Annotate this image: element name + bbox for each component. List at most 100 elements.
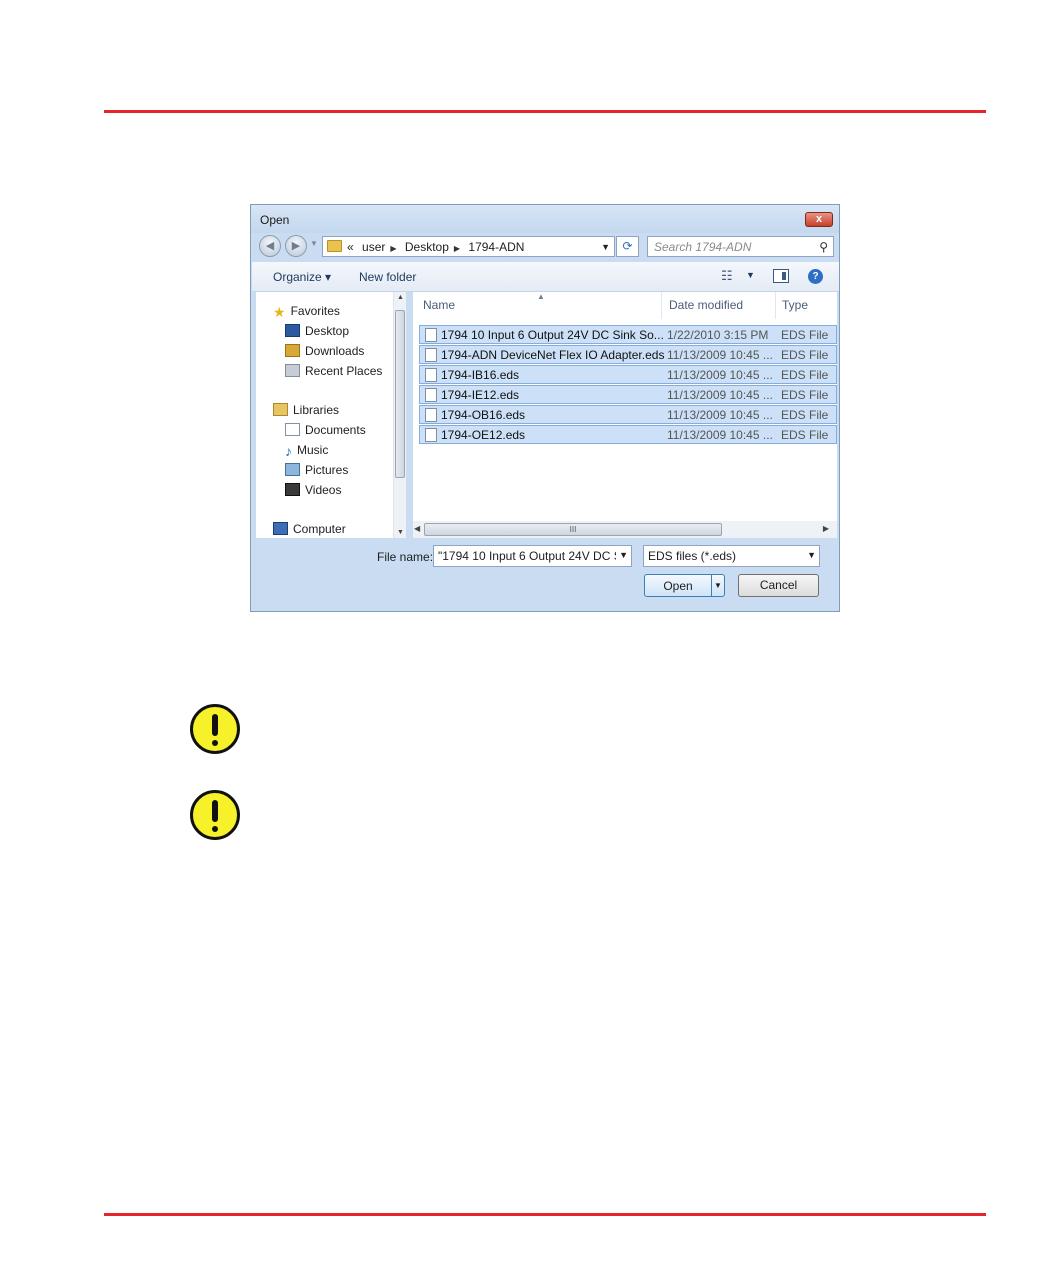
header-rule [104, 110, 986, 113]
chevron-right-icon[interactable]: ▶ [454, 244, 460, 253]
folder-icon [327, 240, 342, 252]
eds-file-icon [425, 348, 437, 362]
file-name: 1794 10 Input 6 Output 24V DC Sink So... [441, 328, 664, 342]
search-input[interactable]: Search 1794-ADN ⚲ [647, 236, 834, 257]
documents-icon [285, 423, 300, 436]
nav-label: Computer [293, 522, 346, 536]
scroll-up-icon[interactable]: ▲ [397, 294, 404, 301]
nav-recent-places[interactable]: Recent Places [285, 364, 382, 378]
nav-label: Music [297, 443, 329, 457]
nav-documents[interactable]: Documents [285, 423, 366, 437]
file-type: EDS File [781, 328, 829, 342]
file-date: 11/13/2009 10:45 ... [667, 388, 773, 402]
recent-places-icon [285, 364, 300, 377]
views-dropdown-icon[interactable]: ▼ [746, 270, 755, 280]
breadcrumb-overflow[interactable]: « [347, 240, 354, 254]
file-row[interactable]: 1794-OB16.eds 11/13/2009 10:45 ... EDS F… [419, 405, 837, 424]
desktop-icon [285, 324, 300, 337]
nav-label: Pictures [305, 463, 349, 477]
back-button[interactable]: ◀ [259, 235, 281, 257]
nav-desktop[interactable]: Desktop [285, 324, 349, 338]
nav-music[interactable]: ♪ Music [285, 443, 329, 459]
forward-button[interactable]: ▶ [285, 235, 307, 257]
star-icon: ★ [273, 304, 286, 320]
nav-computer[interactable]: Computer [273, 522, 346, 536]
videos-icon [285, 483, 300, 496]
recent-locations-dropdown-icon[interactable]: ▼ [310, 239, 318, 248]
file-row[interactable]: 1794-IE12.eds 11/13/2009 10:45 ... EDS F… [419, 385, 837, 404]
file-name: 1794-IB16.eds [441, 368, 520, 382]
open-file-dialog: Open x ◀ ▶ ▼ « user ▶ Desktop ▶ 1794-ADN ▼… [250, 204, 840, 612]
nav-pictures[interactable]: Pictures [285, 463, 348, 477]
search-placeholder: Search 1794-ADN [654, 240, 752, 254]
nav-label: Desktop [305, 324, 350, 338]
column-type[interactable]: Type [782, 292, 808, 319]
eds-file-icon [425, 328, 437, 342]
scroll-thumb[interactable]: III [424, 523, 722, 536]
scroll-right-icon[interactable]: ▶ [823, 524, 829, 533]
command-toolbar: Organize ▾ New folder ☷ ▼ ? [252, 262, 839, 292]
column-divider[interactable] [661, 292, 662, 319]
preview-pane-icon[interactable] [773, 269, 789, 283]
sort-ascending-icon: ▲ [537, 292, 545, 301]
help-icon[interactable]: ? [808, 269, 823, 284]
caution-icon [190, 704, 240, 754]
file-type-value: EDS files (*.eds) [648, 549, 737, 563]
eds-file-icon [425, 428, 437, 442]
close-button[interactable]: x [805, 212, 833, 227]
nav-libraries[interactable]: Libraries [273, 403, 339, 417]
breadcrumb-1794-adn[interactable]: 1794-ADN [468, 240, 524, 254]
address-bar[interactable]: « user ▶ Desktop ▶ 1794-ADN ▼ [322, 236, 615, 257]
navigation-row: ◀ ▶ ▼ « user ▶ Desktop ▶ 1794-ADN ▼ ⟳ Sear… [251, 233, 839, 261]
nav-favorites[interactable]: ★ Favorites [273, 304, 340, 320]
chevron-right-icon[interactable]: ▶ [390, 244, 396, 253]
nav-scrollbar[interactable]: ▲ ▼ [393, 292, 406, 538]
organize-button[interactable]: Organize ▾ [273, 270, 331, 284]
nav-label: Videos [305, 483, 342, 497]
breadcrumb-desktop[interactable]: Desktop [405, 240, 449, 254]
new-folder-button[interactable]: New folder [359, 270, 416, 284]
file-row[interactable]: 1794-IB16.eds 11/13/2009 10:45 ... EDS F… [419, 365, 837, 384]
file-row[interactable]: 1794-ADN DeviceNet Flex IO Adapter.eds 1… [419, 345, 837, 364]
file-date: 11/13/2009 10:45 ... [667, 348, 773, 362]
file-name: 1794-IE12.eds [441, 388, 520, 402]
file-row[interactable]: 1794 10 Input 6 Output 24V DC Sink So...… [419, 325, 837, 344]
open-options-dropdown-icon[interactable]: ▼ [711, 575, 724, 596]
breadcrumb: « user ▶ Desktop ▶ 1794-ADN [347, 240, 529, 254]
file-type-select[interactable]: EDS files (*.eds) ▼ [643, 545, 820, 567]
file-name-value: "1794 10 Input 6 Output 24V DC Si [438, 549, 625, 563]
file-name: 1794-ADN DeviceNet Flex IO Adapter.eds [441, 348, 665, 362]
breadcrumb-user[interactable]: user [362, 240, 385, 254]
search-icon[interactable]: ⚲ [819, 240, 828, 254]
open-button-label: Open [663, 579, 693, 593]
music-icon: ♪ [285, 443, 292, 459]
nav-label: Recent Places [305, 364, 383, 378]
nav-videos[interactable]: Videos [285, 483, 341, 497]
nav-downloads[interactable]: Downloads [285, 344, 364, 358]
file-name: 1794-OE12.eds [441, 428, 526, 442]
eds-file-icon [425, 408, 437, 422]
file-date: 11/13/2009 10:45 ... [667, 368, 773, 382]
column-name[interactable]: Name [423, 292, 455, 319]
file-name: 1794-OB16.eds [441, 408, 526, 422]
eds-file-icon [425, 368, 437, 382]
file-row[interactable]: 1794-OE12.eds 11/13/2009 10:45 ... EDS F… [419, 425, 837, 444]
open-button[interactable]: Open ▼ [644, 574, 725, 597]
refresh-button[interactable]: ⟳ [616, 236, 639, 257]
chevron-down-icon[interactable]: ▼ [807, 550, 816, 560]
scroll-thumb[interactable] [395, 310, 405, 478]
nav-label: Downloads [305, 344, 365, 358]
horizontal-scrollbar[interactable]: ◀ III ▶ [413, 521, 837, 538]
views-icon[interactable]: ☷ [721, 268, 733, 284]
file-date: 11/13/2009 10:45 ... [667, 428, 773, 442]
column-date-modified[interactable]: Date modified [669, 292, 743, 319]
scroll-down-icon[interactable]: ▼ [397, 529, 404, 536]
address-dropdown-icon[interactable]: ▼ [601, 242, 610, 252]
scroll-left-icon[interactable]: ◀ [414, 524, 420, 533]
file-type: EDS File [781, 388, 829, 402]
nav-label: Favorites [290, 304, 340, 318]
column-divider[interactable] [775, 292, 776, 319]
file-name-input[interactable]: "1794 10 Input 6 Output 24V DC Si ▼ [433, 545, 632, 567]
chevron-down-icon[interactable]: ▼ [616, 550, 628, 560]
cancel-button[interactable]: Cancel [738, 574, 819, 597]
